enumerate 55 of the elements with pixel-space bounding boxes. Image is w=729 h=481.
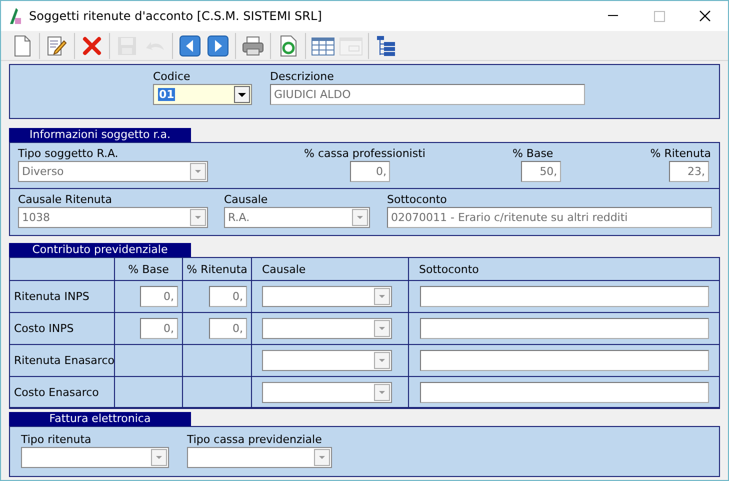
sottoconto-field[interactable]	[420, 382, 709, 402]
tipo-ritenuta-combo[interactable]	[21, 447, 169, 468]
row-label: Ritenuta INPS	[10, 281, 115, 313]
delete-icon	[81, 34, 103, 56]
row-label: Costo Enasarco	[10, 377, 115, 408]
printer-icon	[241, 34, 265, 56]
sottoconto-field[interactable]	[420, 350, 709, 371]
previous-icon	[179, 34, 201, 56]
minimize-icon	[608, 15, 618, 17]
maximize-icon	[654, 10, 664, 22]
field-label: % cassa professionisti	[304, 147, 426, 160]
field-label: Tipo cassa previdenziale	[187, 433, 323, 446]
sottoconto-field[interactable]	[420, 286, 709, 307]
cassa-field[interactable]: 0,	[350, 161, 390, 182]
codice-label: Codice	[153, 70, 192, 83]
causale-combo[interactable]	[262, 286, 392, 307]
column-header: % Ritenuta	[183, 258, 252, 281]
column-header: Sottoconto	[409, 258, 719, 281]
tipo-cassa-combo[interactable]	[187, 447, 332, 468]
field-label: % Ritenuta	[650, 147, 711, 160]
table-icon	[311, 34, 335, 56]
ritenuta-field[interactable]: 0,	[209, 286, 247, 307]
row-label: Ritenuta Enasarco	[10, 345, 115, 377]
edit-document-icon	[46, 34, 68, 56]
causale-combo[interactable]	[262, 382, 392, 402]
causale-combo[interactable]	[262, 318, 392, 339]
causale-combo[interactable]: R.A.	[224, 207, 370, 228]
base-field[interactable]: 0,	[140, 318, 178, 339]
sottoconto-field[interactable]: 02070011 - Erario c/ritenute su altri redditi	[387, 207, 712, 228]
window-title: Soggetti ritenute d'acconto [C.S.M. SISTEMI SRL]	[29, 9, 323, 23]
field-label: Tipo ritenuta	[21, 433, 92, 446]
column-header: % Base	[115, 258, 183, 281]
ritenuta-field[interactable]: 23,	[669, 161, 709, 182]
app-logo-icon	[7, 6, 23, 26]
field-label: Causale Ritenuta	[18, 193, 113, 206]
field-label: Causale	[224, 193, 269, 206]
causale-ritenuta-combo[interactable]: 1038	[18, 207, 208, 228]
column-header: Causale	[252, 258, 409, 281]
tree-view-icon	[375, 34, 397, 56]
field-label: Tipo soggetto R.A.	[18, 147, 120, 160]
field-label: % Base	[512, 147, 554, 160]
close-icon	[699, 10, 711, 22]
base-field[interactable]: 0,	[140, 286, 178, 307]
next-icon	[207, 34, 229, 56]
causale-combo[interactable]	[262, 350, 392, 371]
ritenuta-field[interactable]: 0,	[209, 318, 247, 339]
row-label: Costo INPS	[10, 313, 115, 345]
sottoconto-field[interactable]	[420, 318, 709, 339]
tipo-soggetto-combo[interactable]: Diverso	[18, 161, 208, 182]
new-document-icon	[12, 34, 32, 56]
field-label: Sottoconto	[387, 193, 448, 206]
codice-combo[interactable]: 01	[153, 84, 252, 105]
base-field[interactable]: 50,	[521, 161, 562, 182]
descrizione-label: Descrizione	[270, 70, 335, 83]
descrizione-field[interactable]: GIUDICI ALDO	[270, 84, 585, 105]
